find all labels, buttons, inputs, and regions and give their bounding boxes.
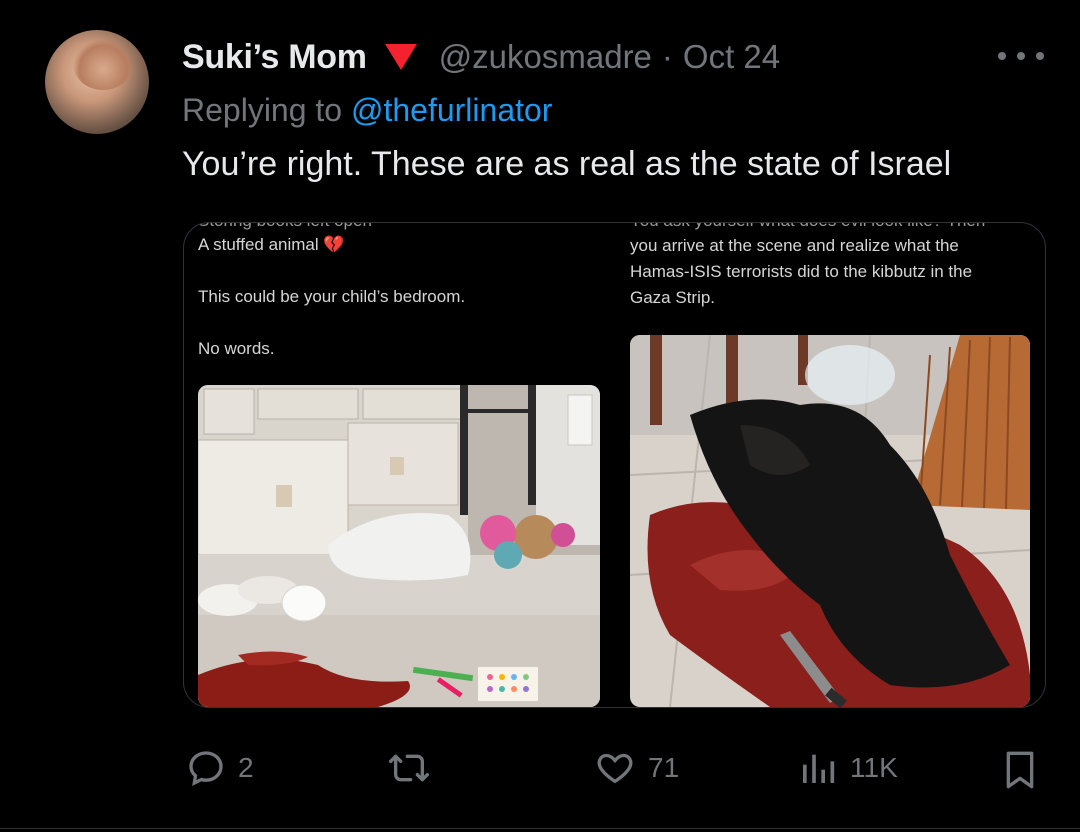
cut-off-text: You ask yourself what does evil look lik…	[630, 223, 985, 231]
like-count: 71	[648, 752, 680, 783]
stuffed-animal-line: A stuffed animal 💔	[198, 235, 345, 255]
tweet-date[interactable]: Oct 24	[683, 38, 780, 76]
retweet-icon	[388, 754, 429, 782]
replying-prefix: Replying to	[182, 92, 351, 128]
bedroom-line: This could be your child’s bedroom.	[198, 287, 466, 306]
cut-off-text: Storing books left open	[198, 223, 372, 231]
more-horizontal-icon[interactable]	[998, 44, 1044, 68]
views-icon	[803, 754, 835, 783]
handle[interactable]: @zukosmadre	[439, 38, 652, 76]
reply-button[interactable]: 2	[186, 748, 254, 788]
no-words-line: No words.	[198, 339, 275, 358]
like-button[interactable]: 71	[594, 748, 679, 788]
red-triangle-icon	[384, 44, 417, 70]
action-bar: 2 71 11K	[0, 748, 1080, 792]
divider	[0, 828, 1080, 829]
bookmark-icon	[1006, 751, 1034, 789]
replying-to-link[interactable]: @thefurlinator	[351, 92, 552, 128]
caption-line: Hamas-ISIS terrorists did to the kibbutz…	[630, 262, 973, 281]
replying-to: Replying to @thefurlinator	[182, 92, 552, 129]
reply-count: 2	[238, 752, 254, 783]
reply-icon	[189, 751, 223, 786]
bedroom-photo[interactable]	[198, 385, 600, 707]
separator: ·	[661, 38, 673, 75]
broken-heart-icon: 💔	[323, 235, 345, 254]
views-button[interactable]: 11K	[798, 748, 898, 788]
heart-icon	[597, 753, 633, 784]
floor-photo[interactable]	[630, 335, 1030, 707]
stuffed-animal-text: A stuffed animal	[198, 235, 319, 254]
tweet-text: You’re right. These are as real as the s…	[182, 145, 952, 183]
tweet-media[interactable]: Storing books left open A stuffed animal…	[183, 222, 1046, 708]
caption-line: Gaza Strip.	[630, 288, 716, 307]
display-name[interactable]: Suki’s Mom	[182, 38, 367, 77]
bookmark-button[interactable]	[1000, 748, 1040, 792]
tweet-header: Suki’s Mom @zukosmadre · Oct 24	[182, 34, 780, 80]
avatar[interactable]	[45, 30, 149, 134]
media-right-panel[interactable]: You ask yourself what does evil look lik…	[616, 223, 1045, 707]
views-count: 11K	[850, 752, 898, 783]
retweet-button[interactable]	[386, 748, 444, 788]
media-left-panel[interactable]: Storing books left open A stuffed animal…	[184, 223, 614, 707]
caption-line: you arrive at the scene and realize what…	[630, 236, 959, 255]
